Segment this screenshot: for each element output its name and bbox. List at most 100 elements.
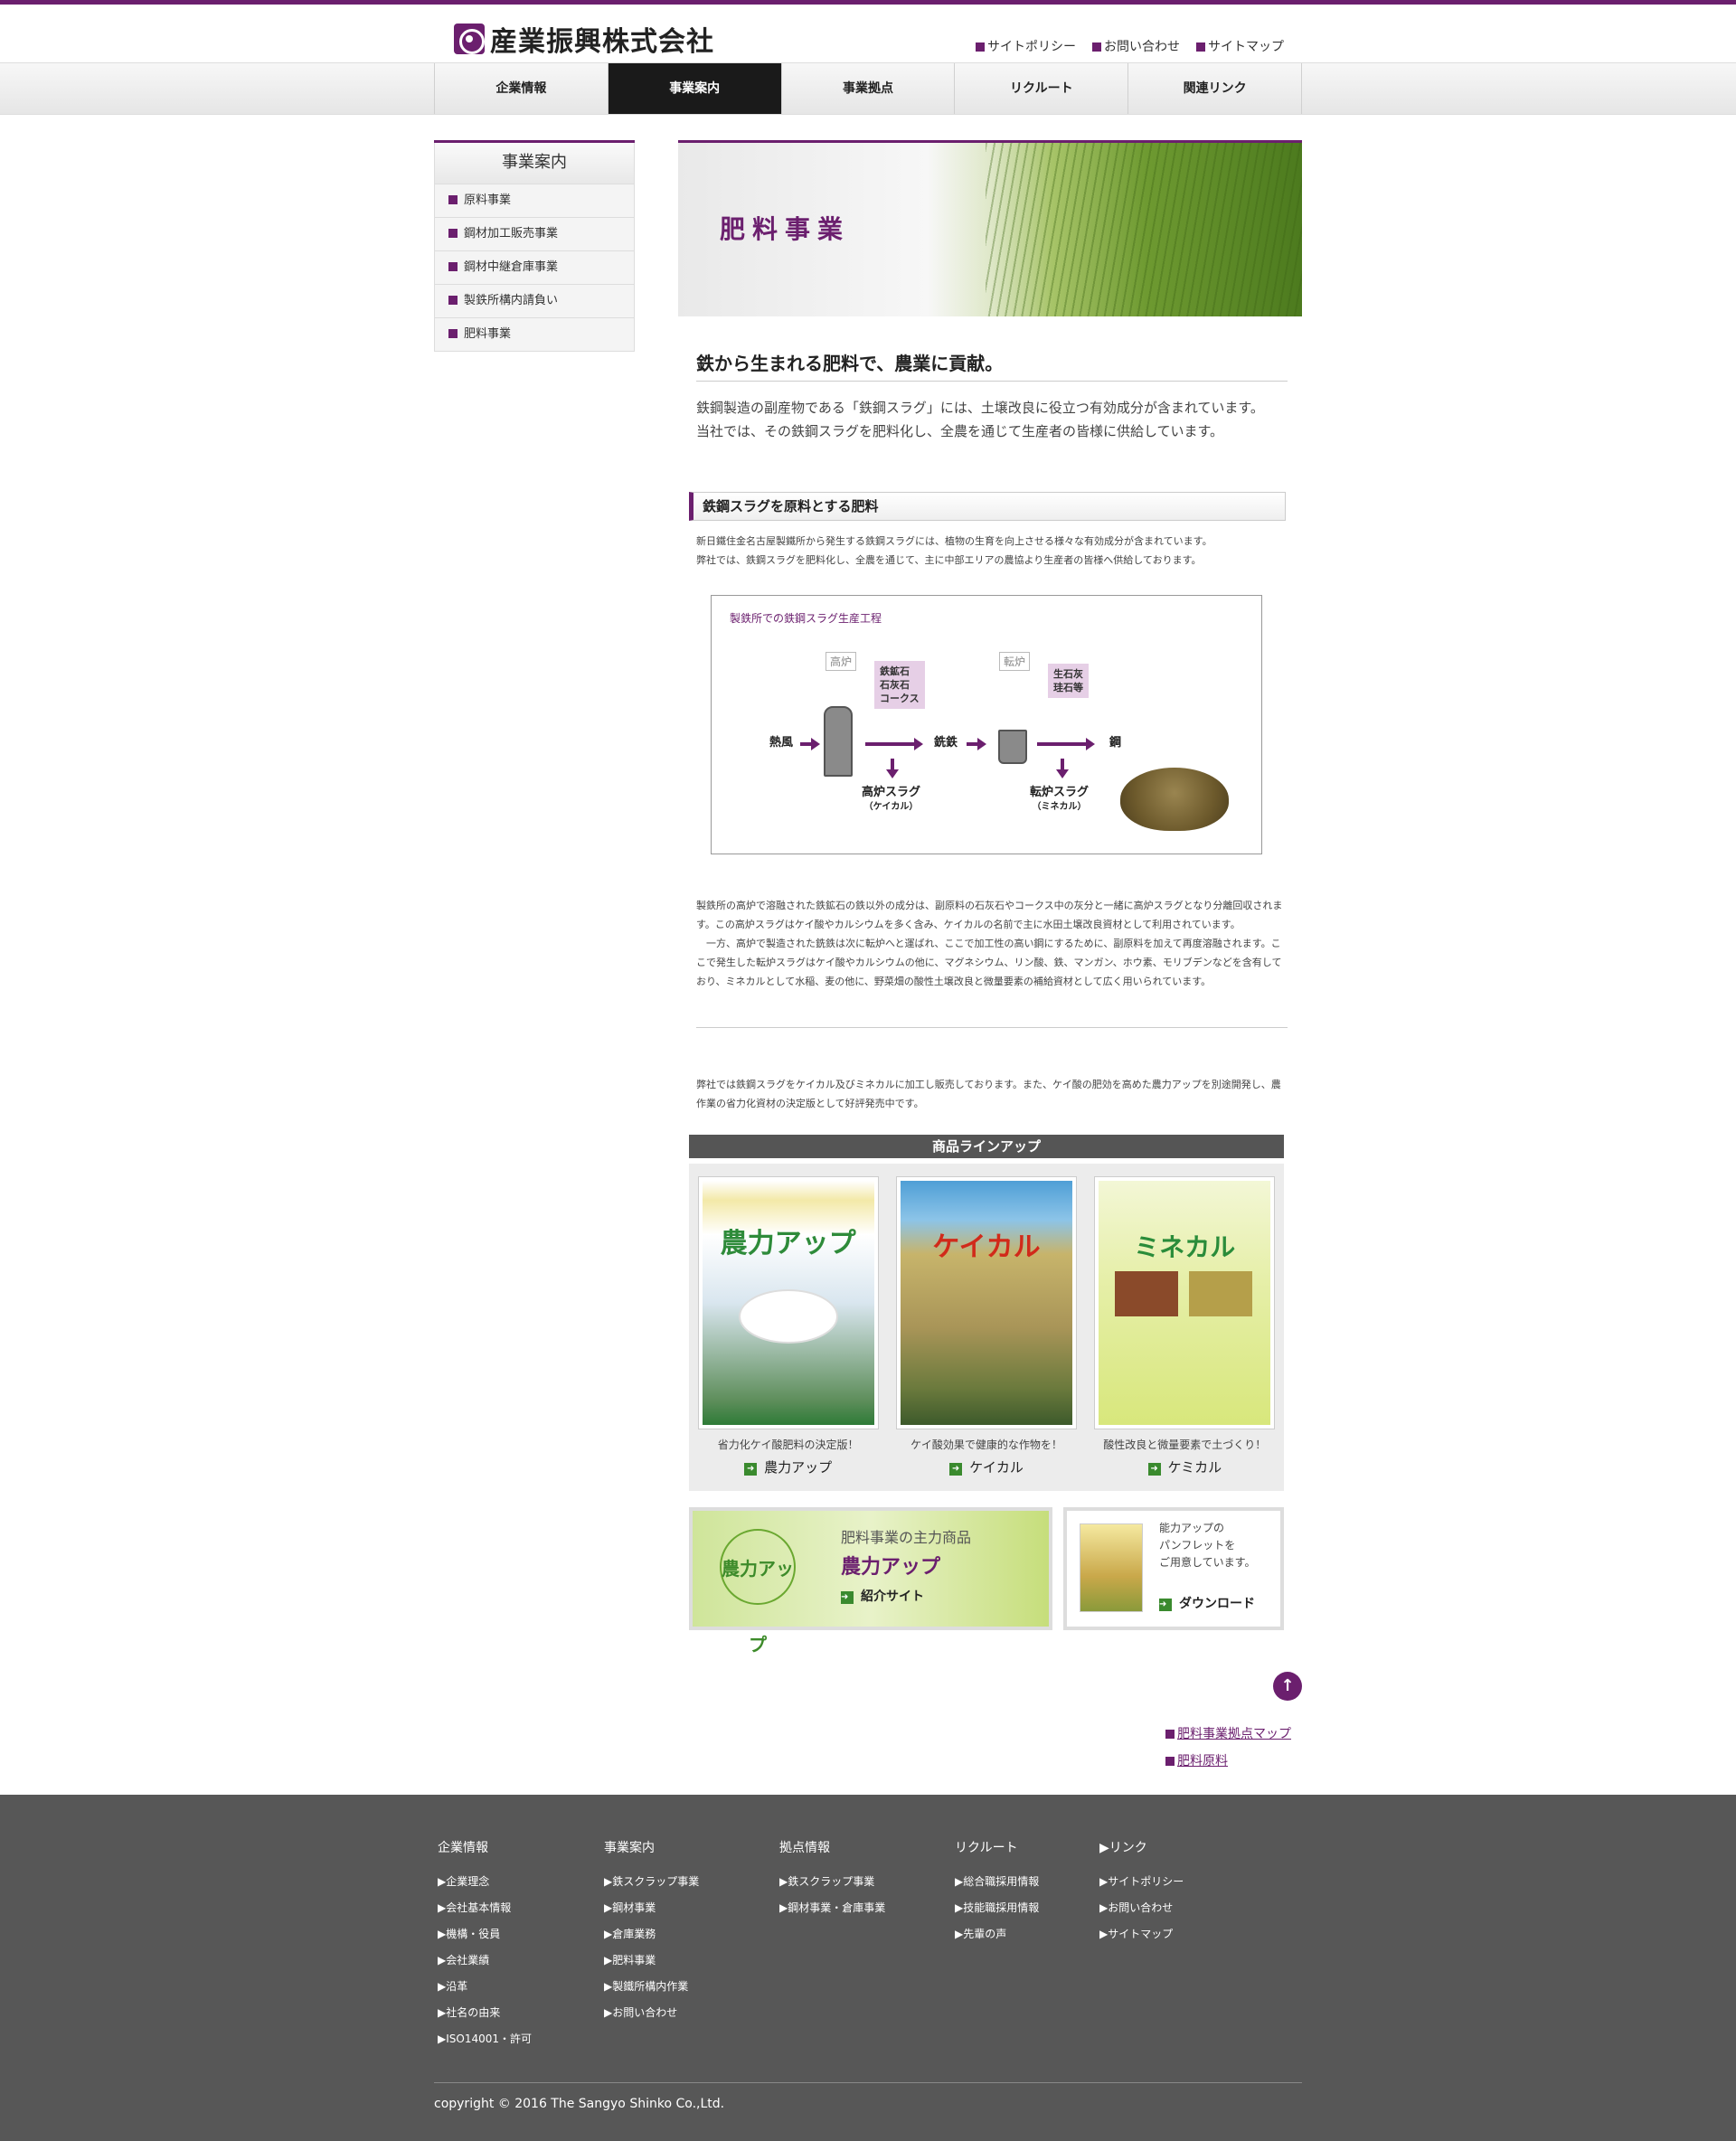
product-link[interactable]: 農力アップ	[698, 1457, 879, 1476]
product-card[interactable]: ミネカル 酸性改良と微量要素で土づくり！ ケミカル	[1094, 1176, 1276, 1491]
footer-link[interactable]: ▶鉄スクラップ事業	[604, 1869, 699, 1895]
site-footer: 企業情報 ▶企業理念 ▶会社基本情報 ▶機構・役員 ▶会社業績 ▶沿革 ▶社名の…	[0, 1795, 1736, 2141]
logo-icon	[454, 24, 485, 54]
footer-link[interactable]: ▶鋼材事業・倉庫事業	[779, 1895, 885, 1921]
sidebar-item-steel-warehouse[interactable]: 鋼材中継倉庫事業	[434, 251, 635, 285]
blast-furnace-materials: 鉄鉱石 石灰石 コークス	[874, 661, 925, 709]
rice-photo	[1189, 1271, 1253, 1316]
steel-label: 鋼	[1109, 736, 1122, 750]
pamphlet-line-2: パンフレットを	[1159, 1539, 1236, 1552]
rice-bowl-icon	[738, 1289, 838, 1344]
copyright: copyright © 2016 The Sangyo Shinko Co.,L…	[434, 2097, 725, 2111]
promo-title: 農力アップ	[841, 1556, 941, 1579]
footer-link[interactable]: ▶沿革	[438, 1974, 532, 2000]
slag2-name: 転炉スラグ	[1030, 786, 1090, 799]
footer-link[interactable]: ▶機構・役員	[438, 1921, 532, 1948]
vegetables-photo	[1115, 1271, 1179, 1316]
converter-materials: 生石灰 珪石等	[1048, 664, 1089, 698]
diagram-title: 製鉄所での鉄鋼スラグ生産工程	[730, 612, 882, 625]
back-to-top-icon[interactable]: ↑	[1273, 1672, 1302, 1701]
nav-company-info[interactable]: 企業情報	[435, 63, 609, 114]
fertilizer-materials-link[interactable]: 肥料原料	[1165, 1748, 1291, 1775]
footer-link[interactable]: ▶先輩の声	[955, 1921, 1039, 1948]
slag1-name: 高炉スラグ	[862, 786, 921, 799]
footer-link[interactable]: ▶肥料事業	[604, 1948, 699, 1974]
sidebar-item-fertilizer[interactable]: 肥料事業	[434, 318, 635, 352]
process-paragraph-2: 一方、高炉で製造された銑鉄は次に転炉へと運ばれ、ここで加工性の高い鋼にするために…	[696, 938, 1282, 987]
product-image-nouryoku-up[interactable]: 農力アップ	[697, 1176, 879, 1429]
nouryoku-up-logo: 農力アップ	[720, 1529, 796, 1655]
slag2-down-arrow-icon	[1056, 759, 1069, 778]
footer-link[interactable]: ▶鉄スクラップ事業	[779, 1869, 885, 1895]
footer-link[interactable]: ▶社名の由来	[438, 2000, 532, 2026]
footer-col-title[interactable]: ▶リンク	[1099, 1838, 1184, 1856]
global-nav: 企業情報 事業案内 事業拠点 リクルート 関連リンク	[0, 62, 1736, 115]
process-explanation: 製鉄所の高炉で溶融された鉄鉱石の鉄以外の成分は、副原料の石灰石やコークス中の灰分…	[696, 896, 1288, 991]
sidebar-item-steelworks-contract[interactable]: 製鉄所構内請負い	[434, 285, 635, 318]
footer-link[interactable]: ▶技能職採用情報	[955, 1895, 1039, 1921]
hot-air-label: 熱風	[769, 736, 794, 750]
footer-link[interactable]: ▶お問い合わせ	[1099, 1895, 1184, 1921]
sidebar-item-steel-processing[interactable]: 鋼材加工販売事業	[434, 218, 635, 251]
footer-link[interactable]: ▶サイトポリシー	[1099, 1869, 1184, 1895]
footer-col-company: 企業情報 ▶企業理念 ▶会社基本情報 ▶機構・役員 ▶会社業績 ▶沿革 ▶社名の…	[438, 1838, 532, 2052]
site-header: 産業振興株式会社 サイトポリシー お問い合わせ サイトマップ	[434, 5, 1302, 62]
nav-locations[interactable]: 事業拠点	[782, 63, 956, 114]
product-card[interactable]: ケイカル ケイ酸効果で健康的な作物を！ ケイカル	[895, 1176, 1077, 1491]
sitemap-link[interactable]: サイトマップ	[1196, 37, 1284, 55]
to-pig-iron-arrow-icon	[865, 738, 923, 750]
rice-field-image	[986, 143, 1302, 316]
site-policy-link[interactable]: サイトポリシー	[976, 37, 1076, 55]
product-link[interactable]: ケミカル	[1094, 1457, 1275, 1476]
main-content: 肥料事業 鉄から生まれる肥料で、農業に貢献。 鉄鋼製造の副産物である「鉄鋼スラグ…	[678, 140, 1302, 1655]
download-link[interactable]: ダウンロード	[1159, 1594, 1255, 1612]
footer-link[interactable]: ▶企業理念	[438, 1869, 532, 1895]
pamphlet-download-banner[interactable]: 能力アップの パンフレットを ご用意しています。 ダウンロード	[1063, 1507, 1284, 1630]
product-image-title: 農力アップ	[720, 1228, 856, 1259]
section-intro: 新日鐵住金名古屋製鐵所から発生する鉄鋼スラグには、植物の生育を向上させる様々な有…	[696, 532, 1288, 570]
contact-link[interactable]: お問い合わせ	[1092, 37, 1180, 55]
to-converter-arrow-icon	[967, 738, 986, 750]
product-caption: ケイ酸効果で健康的な作物を！	[910, 1438, 1062, 1451]
nouryoku-up-site-banner[interactable]: 農力アップ 肥料事業の主力商品 農力アップ 紹介サイト	[689, 1507, 1052, 1655]
product-caption: 酸性改良と微量要素で土づくり！	[1103, 1438, 1267, 1451]
footer-link[interactable]: ▶総合職採用情報	[955, 1869, 1039, 1895]
product-image-minekaru[interactable]: ミネカル	[1094, 1176, 1276, 1429]
footer-col-business: 事業案内 ▶鉄スクラップ事業 ▶鋼材事業 ▶倉庫業務 ▶肥料事業 ▶製鐵所構内作…	[604, 1838, 699, 2026]
footer-col-locations: 拠点情報 ▶鉄スクラップ事業 ▶鋼材事業・倉庫事業	[779, 1838, 885, 1921]
sidebar-item-raw-materials[interactable]: 原料事業	[434, 184, 635, 218]
footer-link[interactable]: ▶製鐵所構内作業	[604, 1974, 699, 2000]
product-intro: 弊社では鉄鋼スラグをケイカル及びミネカルに加工し販売しております。また、ケイ酸の…	[696, 1079, 1281, 1109]
pamphlet-thumbnail	[1080, 1523, 1143, 1612]
lead-text: 鉄鋼製造の副産物である「鉄鋼スラグ」には、土壌改良に役立つ有効成分が含まれていま…	[696, 396, 1288, 443]
converter-label: 転炉	[999, 652, 1031, 671]
material-coke: コークス	[880, 693, 920, 704]
footer-col-title: 企業情報	[438, 1841, 488, 1855]
nav-related-links[interactable]: 関連リンク	[1128, 63, 1302, 114]
fertilizer-map-link[interactable]: 肥料事業拠点マップ	[1165, 1721, 1291, 1748]
lineup-heading: 商品ラインアップ	[689, 1135, 1284, 1158]
footer-link[interactable]: ▶ISO14001・許可	[438, 2026, 532, 2052]
footer-col-links: ▶リンク ▶サイトポリシー ▶お問い合わせ ▶サイトマップ	[1099, 1838, 1184, 1948]
product-link[interactable]: ケイカル	[896, 1457, 1077, 1476]
product-card[interactable]: 農力アップ 省力化ケイ酸肥料の決定版！ 農力アップ	[697, 1176, 879, 1491]
footer-link[interactable]: ▶サイトマップ	[1099, 1921, 1184, 1948]
material-silica: 珪石等	[1053, 682, 1083, 693]
footer-link[interactable]: ▶お問い合わせ	[604, 2000, 699, 2026]
footer-link[interactable]: ▶鋼材事業	[604, 1895, 699, 1921]
footer-col-title: 拠点情報	[779, 1841, 830, 1855]
footer-link[interactable]: ▶会社基本情報	[438, 1895, 532, 1921]
intro-site-link[interactable]: 紹介サイト	[841, 1587, 924, 1605]
page-title: 肥料事業	[720, 214, 851, 244]
page-banner: 肥料事業	[678, 140, 1302, 316]
footer-link[interactable]: ▶倉庫業務	[604, 1921, 699, 1948]
slag2-sub: （ミネカル）	[1032, 802, 1087, 812]
company-logo[interactable]: 産業振興株式会社	[454, 19, 714, 59]
nav-business[interactable]: 事業案内	[608, 63, 782, 114]
process-paragraph-1: 製鉄所の高炉で溶融された鉄鉱石の鉄以外の成分は、副原料の石灰石やコークス中の灰分…	[696, 900, 1283, 930]
product-image-keikaru[interactable]: ケイカル	[895, 1176, 1077, 1429]
footer-link[interactable]: ▶会社業績	[438, 1948, 532, 1974]
nav-recruit[interactable]: リクルート	[955, 63, 1129, 114]
divider	[696, 1027, 1288, 1028]
converter-slag-label: 転炉スラグ （ミネカル）	[1030, 786, 1089, 815]
